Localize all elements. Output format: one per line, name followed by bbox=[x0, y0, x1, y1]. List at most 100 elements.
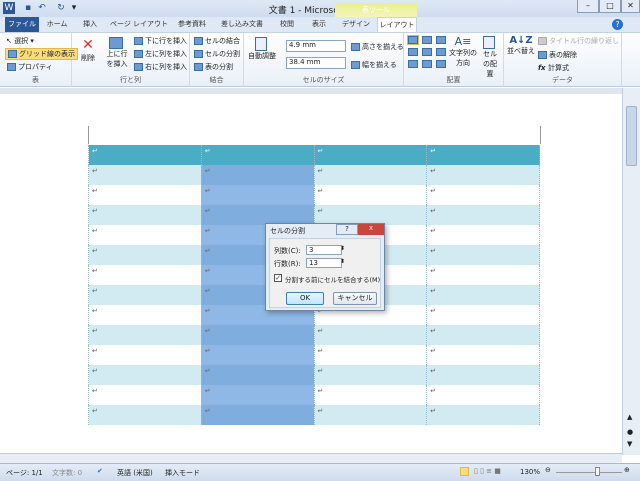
split-table-button[interactable]: 表の分割 bbox=[194, 62, 233, 72]
align-bottom-left-icon[interactable] bbox=[408, 60, 418, 68]
insert-left-button[interactable]: 左に列を挿入 bbox=[134, 49, 187, 59]
ok-button[interactable]: OK bbox=[286, 292, 324, 305]
tab-references[interactable]: 参考資料 bbox=[172, 17, 212, 32]
table-cell[interactable]: ↵ bbox=[313, 185, 428, 205]
align-top-left-icon[interactable] bbox=[407, 35, 419, 45]
table-cell[interactable]: ↵ bbox=[313, 325, 428, 345]
help-icon[interactable]: ? bbox=[612, 19, 623, 30]
zoom-slider[interactable] bbox=[556, 472, 622, 473]
table-cell[interactable]: ↵ bbox=[426, 285, 540, 305]
table-cell[interactable]: ↵ bbox=[88, 185, 202, 205]
view-buttons-icon[interactable]: ▯ ▯ ≡ ■ bbox=[474, 467, 501, 475]
horizontal-scrollbar[interactable] bbox=[0, 453, 622, 463]
convert-button[interactable]: 表の解除 bbox=[538, 50, 577, 60]
table-cell[interactable]: ↵ bbox=[313, 365, 428, 385]
table-cell[interactable]: ↵ bbox=[88, 265, 202, 285]
split-cells-button[interactable]: セルの分割 bbox=[194, 49, 240, 59]
page-count[interactable]: ページ: 1/1 bbox=[6, 468, 43, 478]
tab-page-layout[interactable]: ページ レイアウト bbox=[108, 17, 170, 32]
tab-design[interactable]: デザイン bbox=[337, 17, 375, 32]
table-cell[interactable]: ↵ bbox=[426, 385, 540, 405]
next-page-icon[interactable]: ▼ bbox=[627, 440, 632, 448]
table-cell[interactable]: ↵ bbox=[313, 405, 428, 425]
sort-button[interactable]: A↓Z 並べ替え bbox=[507, 35, 535, 56]
zoom-level[interactable]: 130% bbox=[520, 468, 540, 476]
merge-cells-button[interactable]: セルの結合 bbox=[194, 36, 240, 46]
table-cell[interactable]: ↵ bbox=[88, 405, 202, 425]
table-cell[interactable]: ↵ bbox=[88, 225, 202, 245]
table-cell[interactable]: ↵ bbox=[426, 305, 540, 325]
table-cell[interactable]: ↵ bbox=[88, 345, 202, 365]
dialog-close-button[interactable]: x bbox=[358, 224, 384, 235]
table-cell[interactable]: ↵ bbox=[200, 385, 315, 405]
merge-checkbox[interactable]: ✓ bbox=[274, 274, 282, 282]
table-cell[interactable]: ↵ bbox=[200, 185, 315, 205]
table-cell[interactable]: ↵ bbox=[200, 345, 315, 365]
formula-button[interactable]: fx 計算式 bbox=[538, 63, 569, 73]
table-cell[interactable]: ↵ bbox=[200, 205, 315, 225]
align-middle-left-icon[interactable] bbox=[408, 48, 418, 56]
zoom-in-icon[interactable]: ⊕ bbox=[624, 466, 630, 474]
table-cell[interactable]: ↵ bbox=[200, 325, 315, 345]
insert-above-button[interactable]: 上に行を挿入 bbox=[104, 37, 130, 69]
table-cell[interactable]: ↵ bbox=[88, 205, 202, 225]
zoom-out-icon[interactable]: ⊖ bbox=[545, 466, 551, 474]
tab-view[interactable]: 表示 bbox=[304, 17, 334, 32]
alignment-grid[interactable] bbox=[407, 35, 446, 68]
tab-layout[interactable]: レイアウト bbox=[377, 17, 417, 32]
scroll-thumb[interactable] bbox=[626, 106, 637, 166]
prev-page-icon[interactable]: ▲ bbox=[627, 413, 632, 421]
width-input[interactable]: 38.4 mm bbox=[286, 57, 346, 69]
insert-right-button[interactable]: 右に列を挿入 bbox=[134, 62, 187, 72]
table-cell[interactable]: ↵ bbox=[88, 385, 202, 405]
tab-home[interactable]: ホーム bbox=[42, 17, 72, 32]
delete-button[interactable]: ✕ 削除 bbox=[78, 37, 98, 63]
language[interactable]: 英語 (米国) bbox=[117, 468, 153, 478]
select-button[interactable]: ↖ 選択 ▾ bbox=[6, 36, 34, 46]
align-top-right-icon[interactable] bbox=[436, 36, 446, 44]
text-direction-button[interactable]: A≡ 文字列の方向 bbox=[448, 35, 478, 68]
table-cell[interactable]: ↵ bbox=[426, 205, 540, 225]
gridlines-button[interactable]: グリッド線の表示 bbox=[5, 48, 78, 60]
rows-spinner[interactable]: ⬍ bbox=[340, 258, 345, 265]
maximize-button[interactable]: □ bbox=[599, 0, 621, 13]
print-layout-view-icon[interactable] bbox=[460, 467, 469, 476]
table-cell[interactable]: ↵ bbox=[200, 145, 315, 165]
table-cell[interactable]: ↵ bbox=[88, 285, 202, 305]
table-cell[interactable]: ↵ bbox=[88, 305, 202, 325]
table-cell[interactable]: ↵ bbox=[88, 245, 202, 265]
insert-mode[interactable]: 挿入モード bbox=[165, 468, 200, 478]
distribute-cols-button[interactable]: 幅を揃える bbox=[351, 60, 397, 70]
table-cell[interactable]: ↵ bbox=[426, 165, 540, 185]
table-cell[interactable]: ↵ bbox=[426, 325, 540, 345]
table-cell[interactable]: ↵ bbox=[426, 185, 540, 205]
zoom-slider-thumb[interactable] bbox=[595, 467, 600, 476]
table-cell[interactable]: ↵ bbox=[88, 165, 202, 185]
table-cell[interactable]: ↵ bbox=[88, 145, 202, 165]
align-top-center-icon[interactable] bbox=[422, 36, 432, 44]
cell-margins-button[interactable]: セルの配置 bbox=[480, 36, 500, 79]
rows-input[interactable]: 13 bbox=[306, 258, 342, 268]
close-button[interactable]: ✕ bbox=[621, 0, 640, 13]
properties-button[interactable]: プロパティ bbox=[7, 62, 53, 72]
help-button[interactable]: ? bbox=[336, 224, 358, 235]
table-cell[interactable]: ↵ bbox=[313, 145, 428, 165]
vertical-scrollbar[interactable]: ▲ ● ▼ bbox=[622, 88, 640, 455]
cols-input[interactable]: 3 bbox=[306, 245, 342, 255]
word-count[interactable]: 文字数: 0 bbox=[52, 468, 82, 478]
table-cell[interactable]: ↵ bbox=[426, 365, 540, 385]
insert-below-button[interactable]: 下に行を挿入 bbox=[134, 36, 187, 46]
table-cell[interactable]: ↵ bbox=[426, 345, 540, 365]
tab-mailings[interactable]: 差し込み文書 bbox=[216, 17, 268, 32]
table-cell[interactable]: ↵ bbox=[426, 265, 540, 285]
table-cell[interactable]: ↵ bbox=[200, 165, 315, 185]
table-cell[interactable]: ↵ bbox=[88, 325, 202, 345]
align-bottom-center-icon[interactable] bbox=[422, 60, 432, 68]
table-cell[interactable]: ↵ bbox=[313, 345, 428, 365]
distribute-rows-button[interactable]: 高さを揃える bbox=[351, 42, 404, 52]
align-bottom-right-icon[interactable] bbox=[436, 60, 446, 68]
proofing-icon[interactable]: ✔ bbox=[97, 467, 103, 475]
table-cell[interactable]: ↵ bbox=[200, 405, 315, 425]
table-cell[interactable]: ↵ bbox=[426, 225, 540, 245]
table-cell[interactable]: ↵ bbox=[313, 165, 428, 185]
